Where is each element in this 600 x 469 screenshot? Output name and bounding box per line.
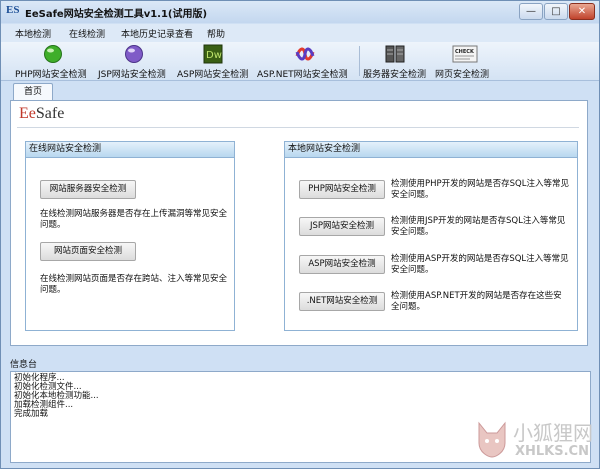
watermark-text: 小狐狸网	[513, 421, 593, 445]
toolbar-jsp-check[interactable]: JSP网站安全检测	[98, 42, 170, 80]
home-content: EeSafe 在线网站安全检测 网站服务器安全检测 在线检测网站服务器是否存在上…	[10, 100, 588, 346]
close-button[interactable]: ✕	[569, 3, 595, 20]
jsp-check-desc: 检测使用JSP开发的网站是否存SQL注入等常见安全问题。	[391, 216, 566, 237]
logo-prefix: Ee	[19, 105, 36, 122]
jsp-icon	[125, 45, 143, 63]
online-check-panel: 在线网站安全检测 网站服务器安全检测 在线检测网站服务器是否存在上传漏洞等常见安…	[25, 141, 235, 331]
check-icon-text: CHECK	[455, 49, 475, 55]
title-bar[interactable]: ES EeSafe网站安全检测工具v1.1(试用版) — □ ✕	[1, 1, 599, 23]
php-check-desc: 检测使用PHP开发的网站是否存SQL注入等常见安全问题。	[391, 179, 569, 200]
fox-logo-icon	[478, 421, 506, 458]
toolbar-label: ASP网站安全检测	[177, 70, 249, 80]
dreamweaver-icon-text: Dw	[206, 50, 222, 61]
log-line: 完成加载	[14, 409, 49, 419]
panel-title: 本地网站安全检测	[285, 142, 577, 158]
toolbar-label: JSP网站安全检测	[98, 70, 166, 80]
panel-title: 在线网站安全检测	[26, 142, 234, 158]
menu-online-check[interactable]: 在线检测	[69, 27, 105, 40]
toolbar-aspnet-check[interactable]: ASP.NET网站安全检测	[257, 42, 355, 80]
maximize-button[interactable]: □	[544, 3, 568, 20]
server-check-button[interactable]: 网站服务器安全检测	[40, 180, 136, 199]
eesafe-logo: EeSafe	[19, 105, 64, 123]
local-check-panel: 本地网站安全检测 PHP网站安全检测 检测使用PHP开发的网站是否存SQL注入等…	[284, 141, 578, 331]
watermark: 小狐狸网 XHLKS.CN	[475, 417, 595, 467]
asp-check-desc: 检测使用ASP开发的网站是否存SQL注入等常见安全问题。	[391, 254, 569, 275]
info-panel-title: 信息台	[10, 360, 38, 370]
page-check-desc: 在线检测网站页面是否存在跨站、注入等常见安全问题。	[40, 274, 228, 295]
toolbar-server-check[interactable]: 服务器安全检测	[363, 42, 427, 80]
page-check-button[interactable]: 网站页面安全检测	[40, 242, 136, 261]
jsp-check-button[interactable]: JSP网站安全检测	[299, 217, 385, 236]
php-icon	[44, 45, 62, 63]
toolbar-label: ASP.NET网站安全检测	[257, 70, 348, 80]
window-title: EeSafe网站安全检测工具v1.1(试用版)	[25, 9, 208, 20]
toolbar-divider	[359, 46, 360, 76]
asp-check-button[interactable]: ASP网站安全检测	[299, 255, 385, 274]
dreamweaver-icon: Dw	[203, 44, 223, 64]
menu-local-check[interactable]: 本地检测	[15, 27, 51, 40]
divider	[17, 127, 579, 128]
dotnet-check-desc: 检测使用ASP.NET开发的网站是否存在这些安全问题。	[391, 291, 562, 312]
logo-suffix: Safe	[35, 105, 65, 122]
php-check-button[interactable]: PHP网站安全检测	[299, 180, 385, 199]
aspnet-icon	[295, 47, 315, 61]
menu-bar: 本地检测 在线检测 本地历史记录查看 帮助	[1, 24, 599, 42]
app-logo-icon: ES	[6, 4, 20, 16]
toolbar-asp-check[interactable]: Dw ASP网站安全检测	[177, 42, 249, 80]
menu-local-history[interactable]: 本地历史记录查看	[121, 27, 193, 40]
toolbar-webpage-check[interactable]: CHECK 网页安全检测	[435, 42, 493, 80]
server-check-desc: 在线检测网站服务器是否存在上传漏洞等常见安全问题。	[40, 209, 228, 230]
toolbar: PHP网站安全检测 JSP网站安全检测 Dw ASP网站安全检测 ASP.NET…	[1, 42, 599, 81]
app-window: ES EeSafe网站安全检测工具v1.1(试用版) — □ ✕ 本地检测 在线…	[0, 0, 600, 469]
minimize-button[interactable]: —	[519, 3, 543, 20]
toolbar-label: 网页安全检测	[435, 70, 490, 80]
server-icon	[385, 45, 405, 63]
menu-help[interactable]: 帮助	[207, 27, 225, 40]
watermark-sub: XHLKS.CN	[515, 444, 589, 459]
toolbar-php-check[interactable]: PHP网站安全检测	[15, 42, 91, 80]
dotnet-check-button[interactable]: .NET网站安全检测	[299, 292, 385, 311]
check-icon: CHECK	[452, 45, 478, 63]
tab-home[interactable]: 首页	[13, 83, 53, 101]
toolbar-label: 服务器安全检测	[363, 70, 427, 80]
toolbar-label: PHP网站安全检测	[15, 70, 87, 80]
